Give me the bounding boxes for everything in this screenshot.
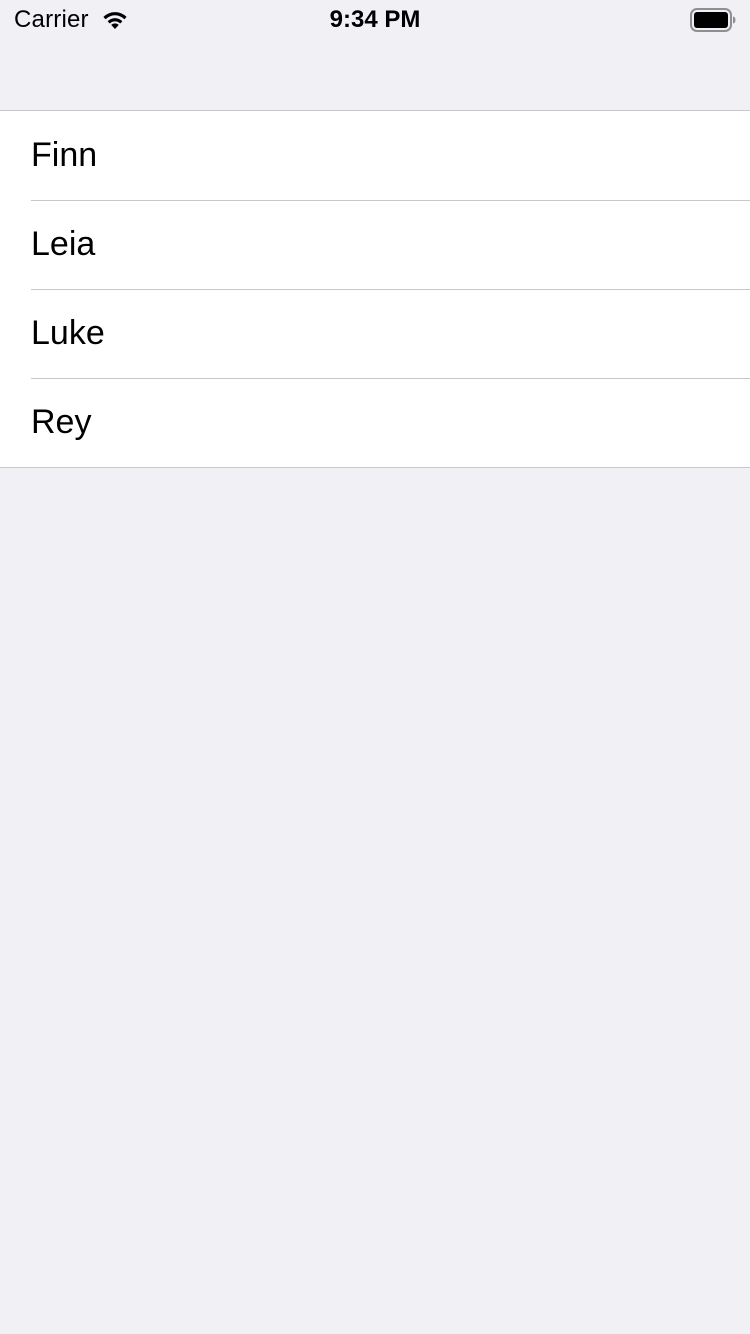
list-item[interactable]: Finn (0, 111, 750, 200)
clock: 9:34 PM (329, 6, 421, 33)
list-item-label: Finn (31, 136, 98, 174)
battery-icon (690, 8, 736, 32)
list-item-label: Luke (31, 314, 105, 352)
names-table[interactable]: Finn Leia Luke Rey (0, 110, 750, 468)
list-item[interactable]: Rey (0, 378, 750, 467)
status-bar: Carrier 9:34 PM (0, 0, 750, 40)
list-item-label: Leia (31, 225, 96, 263)
list-item[interactable]: Luke (0, 289, 750, 378)
list-item[interactable]: Leia (0, 200, 750, 289)
list-item-label: Rey (31, 403, 92, 441)
